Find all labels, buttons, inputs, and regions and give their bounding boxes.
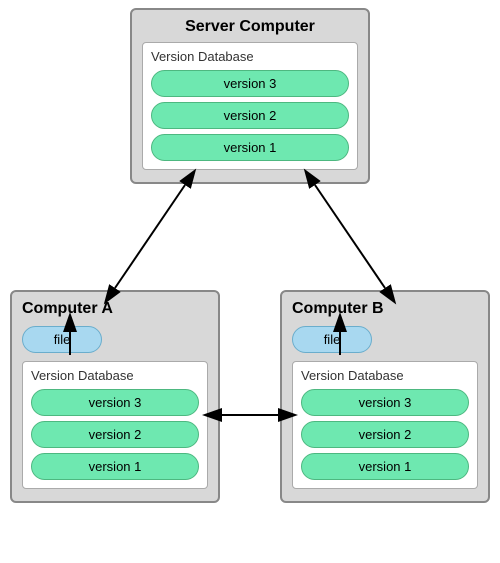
computer-a-db-inner: Version Database version 3 version 2 ver… <box>22 361 208 489</box>
computer-a-file: file <box>22 326 102 353</box>
computer-a-title: Computer A <box>22 300 208 318</box>
comp-b-version-2: version 2 <box>301 421 469 448</box>
comp-a-version-3: version 3 <box>31 389 199 416</box>
computer-b-db-inner: Version Database version 3 version 2 ver… <box>292 361 478 489</box>
server-db-label: Version Database <box>151 49 349 64</box>
server-version-1: version 1 <box>151 134 349 161</box>
arrow-server-to-comp-b <box>315 185 385 288</box>
server-title: Server Computer <box>142 18 358 36</box>
computer-b-file: file <box>292 326 372 353</box>
server-version-3: version 3 <box>151 70 349 97</box>
comp-a-version-2: version 2 <box>31 421 199 448</box>
comp-a-version-1: version 1 <box>31 453 199 480</box>
computer-a-db-label: Version Database <box>31 368 199 383</box>
computer-b-box: Computer B file Version Database version… <box>280 290 490 503</box>
comp-b-version-1: version 1 <box>301 453 469 480</box>
computer-b-title: Computer B <box>292 300 478 318</box>
diagram: Server Computer Version Database version… <box>0 0 500 563</box>
server-db-inner: Version Database version 3 version 2 ver… <box>142 42 358 170</box>
computer-b-db-label: Version Database <box>301 368 469 383</box>
comp-b-version-3: version 3 <box>301 389 469 416</box>
arrow-server-to-comp-a <box>115 185 185 288</box>
computer-a-box: Computer A file Version Database version… <box>10 290 220 503</box>
server-computer-box: Server Computer Version Database version… <box>130 8 370 184</box>
server-version-2: version 2 <box>151 102 349 129</box>
